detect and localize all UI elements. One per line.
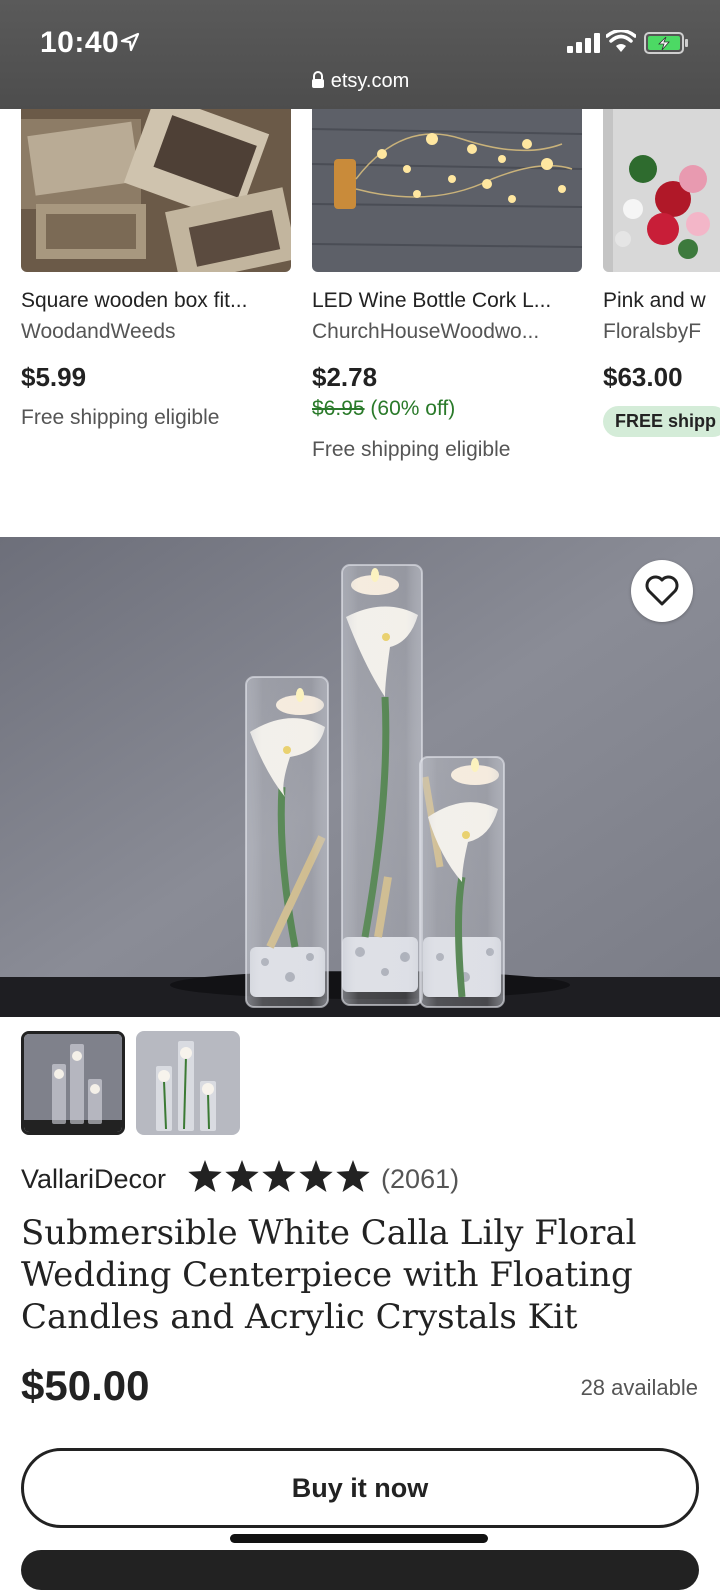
thumbnail-1[interactable]: [21, 1031, 125, 1135]
location-arrow-icon: [120, 32, 140, 52]
review-count[interactable]: (2061): [381, 1164, 459, 1195]
product-price: $50.00: [21, 1362, 150, 1409]
star-icon: [299, 1160, 333, 1199]
product-card-title: Square wooden box fit...: [21, 289, 248, 312]
star-icon: [225, 1160, 259, 1199]
favorite-button[interactable]: [631, 560, 693, 622]
product-card-price: $63.00: [603, 362, 683, 392]
product-card-shop: FloralsbyF: [603, 320, 702, 343]
product-card-shop: WoodandWeeds: [21, 320, 176, 343]
product-main-image[interactable]: [0, 537, 720, 1017]
product-card-original-price: $6.95 (60% off): [312, 397, 455, 421]
home-indicator[interactable]: [230, 1534, 488, 1543]
product-card-title: LED Wine Bottle Cork L...: [312, 289, 552, 312]
address-bar[interactable]: etsy.com: [0, 70, 720, 93]
url-text: etsy.com: [330, 70, 410, 92]
wifi-icon: [606, 30, 636, 52]
browser-chrome: 10:40 etsy.com: [0, 0, 720, 109]
product-thumbnail-wooden-boxes[interactable]: [21, 109, 291, 272]
product-thumbnail-led-lights[interactable]: [312, 109, 582, 272]
product-card-shipping: Free shipping eligible: [312, 438, 511, 461]
thumbnail-2[interactable]: [136, 1031, 240, 1135]
lock-icon: [311, 71, 324, 88]
buy-it-now-button[interactable]: Buy it now: [21, 1448, 699, 1528]
product-title: Submersible White Calla Lily Floral Wedd…: [21, 1213, 637, 1337]
battery-charging-icon: [644, 32, 688, 54]
product-card[interactable]: Square wooden box fit... WoodandWeeds $5…: [21, 109, 291, 429]
heart-outline-icon: [645, 575, 679, 606]
related-products-carousel[interactable]: Square wooden box fit... WoodandWeeds $5…: [0, 109, 720, 509]
product-card-shop: ChurchHouseWoodwo...: [312, 320, 540, 343]
product-card[interactable]: Pink and w FloralsbyF $63.00 FREE shipp: [603, 109, 720, 437]
status-time: 10:40: [40, 26, 120, 59]
product-card-price: $5.99: [21, 362, 87, 392]
free-shipping-badge: FREE shipp: [603, 406, 720, 437]
shop-name-link[interactable]: VallariDecor: [21, 1164, 166, 1195]
product-card-price: $2.78: [312, 362, 378, 392]
product-thumbnail-pink-flowers[interactable]: [603, 109, 720, 272]
star-icon: [336, 1160, 370, 1199]
add-to-cart-button[interactable]: [21, 1550, 699, 1590]
original-price: $6.95: [312, 397, 365, 420]
product-card-shipping: Free shipping eligible: [21, 406, 220, 429]
availability-count: 28 available: [580, 1375, 698, 1400]
star-icon: [262, 1160, 296, 1199]
cellular-signal-icon: [567, 33, 600, 53]
star-icon: [188, 1160, 222, 1199]
star-rating[interactable]: [188, 1160, 373, 1199]
product-card[interactable]: LED Wine Bottle Cork L... ChurchHouseWoo…: [312, 109, 582, 461]
shop-rating-row: VallariDecor (2061): [21, 1160, 459, 1199]
discount-percent: (60% off): [370, 397, 456, 420]
product-card-title: Pink and w: [603, 289, 706, 312]
